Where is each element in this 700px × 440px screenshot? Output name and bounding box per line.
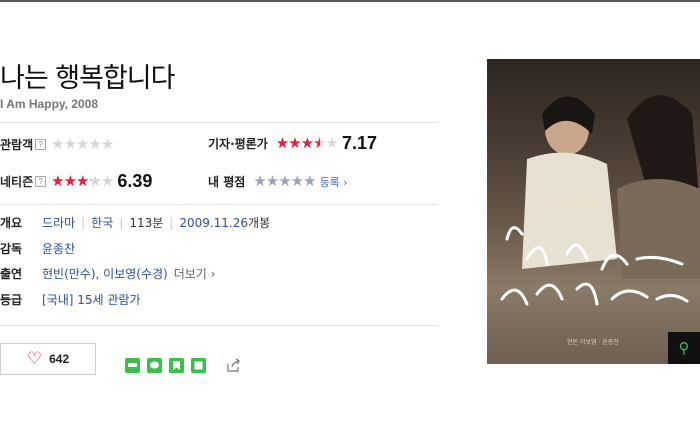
more-cast-link[interactable]: 더보기 › (174, 265, 216, 282)
poster-credit: 현빈 이보영 · 윤종찬 (567, 339, 619, 346)
like-count: 642 (49, 352, 70, 366)
overview-row: 개요 드라마 | 한국 | 113분 | 2009.11.26 개봉 (0, 214, 270, 231)
separator: | (119, 215, 124, 230)
netizen-stars: ★★★★★★★★★★ (51, 172, 114, 190)
critic-score: 7.17 (342, 133, 378, 153)
separator: | (169, 215, 174, 230)
cast-link[interactable]: 현빈(만수), 이보영(수경) (42, 265, 168, 282)
help-icon[interactable]: ? (35, 139, 47, 150)
genre-link[interactable]: 드라마 (42, 214, 75, 231)
my-rating-label: 내 평점 (208, 175, 246, 189)
movie-poster[interactable]: 현빈 이보영 · 윤종찬 (487, 59, 700, 364)
audience-rating-label: 관람객 (0, 138, 34, 152)
zoom-poster-button[interactable]: ⚲ (668, 332, 700, 364)
release-date-link[interactable]: 2009.11.26 (179, 216, 248, 230)
country-link[interactable]: 한국 (91, 214, 113, 231)
divider (0, 325, 438, 326)
share-talk-icon[interactable] (147, 358, 162, 373)
magnifier-icon: ⚲ (678, 339, 690, 357)
movie-title: 나는 행복합니다 (0, 63, 175, 94)
like-button[interactable]: ♡ 642 (0, 343, 96, 375)
movie-subtitle: I Am Happy, 2008 (0, 97, 99, 111)
runtime: 113분 (129, 216, 164, 230)
my-rating-stars[interactable]: ★★★★★★★★★★ (253, 174, 316, 189)
director-label: 감독 (0, 242, 23, 256)
director-row: 감독 윤종찬 (0, 240, 75, 257)
grade-label: 등급 (0, 293, 23, 307)
share-bookmark-icon[interactable] (169, 358, 184, 373)
help-icon[interactable]: ? (35, 176, 47, 187)
audience-stars: ★★★★★★★★★★ (51, 135, 114, 153)
grade-row: 등급 [국내] 15세 관람가 (0, 291, 141, 308)
poster-image (500, 95, 700, 306)
share-icon[interactable] (225, 357, 240, 372)
critic-rating-label: 기자·평론가 (208, 137, 268, 151)
divider (0, 204, 438, 205)
heart-icon: ♡ (26, 348, 43, 369)
release-suffix: 개봉 (248, 216, 271, 230)
register-rating-link[interactable]: 등록 › (320, 174, 348, 190)
netizen-rating-label: 네티즌 (0, 175, 34, 189)
overview-label: 개요 (0, 216, 23, 230)
critic-rating: 기자·평론가 ★★★★★★★★★★ 7.17 (208, 133, 377, 154)
share-memo-icon[interactable] (191, 358, 206, 373)
audience-rating: 관람객 ? ★★★★★★★★★★ (0, 135, 114, 153)
divider (0, 122, 438, 123)
cast-row: 출연 현빈(만수), 이보영(수경) 더보기 › (0, 265, 215, 282)
share-blog-icon[interactable] (125, 358, 140, 373)
cast-label: 출연 (0, 267, 23, 281)
netizen-rating: 네티즌 ? ★★★★★★★★★★ 6.39 (0, 171, 152, 192)
separator: | (81, 215, 86, 230)
critic-stars: ★★★★★★★★★★ (275, 134, 339, 152)
netizen-score: 6.39 (117, 171, 153, 191)
top-divider (0, 0, 700, 2)
grade-link[interactable]: [국내] 15세 관람가 (42, 291, 141, 308)
director-link[interactable]: 윤종찬 (42, 240, 75, 257)
my-rating[interactable]: 내 평점 ★★★★★★★★★★ 등록 › (208, 173, 348, 190)
